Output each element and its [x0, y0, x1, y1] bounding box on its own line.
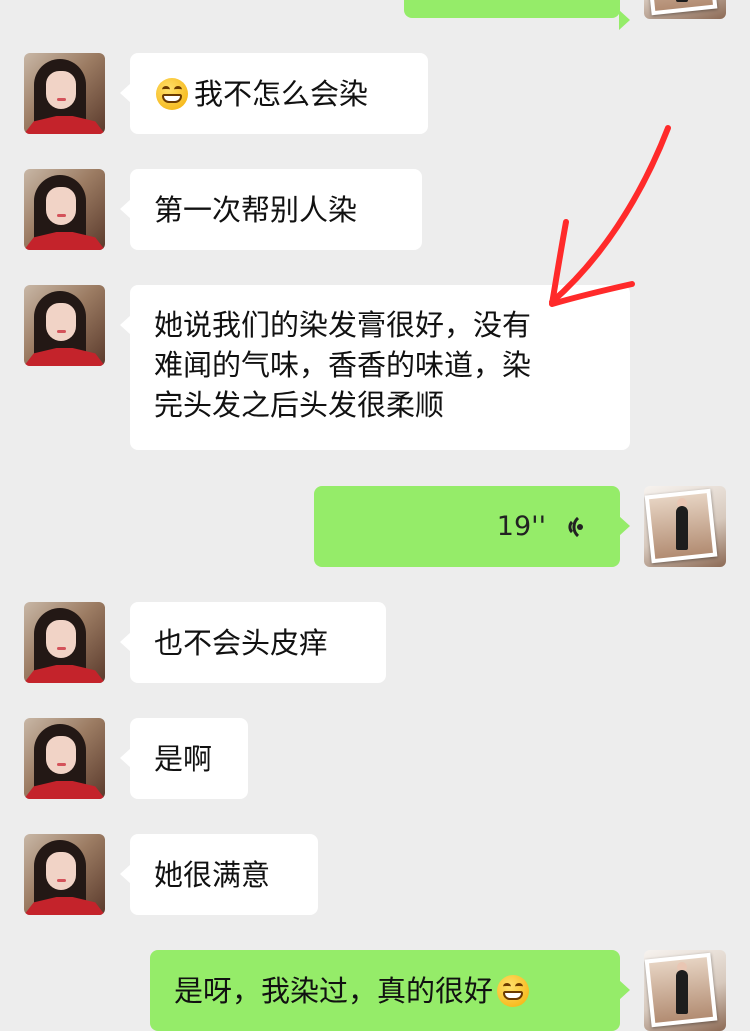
message-bubble-outgoing[interactable] [404, 0, 630, 30]
message-text: 第一次帮别人染 [154, 192, 358, 227]
message-bubble-incoming[interactable]: 也不会头皮痒 [120, 602, 386, 683]
contact-avatar[interactable] [24, 834, 105, 915]
contact-avatar[interactable] [24, 602, 105, 683]
grin-emoji-icon [497, 974, 530, 1007]
message-bubble-outgoing[interactable]: 是呀，我染过，真的很好 [150, 950, 630, 1031]
message-bubble-incoming[interactable]: 她说我们的染发膏很好，没有 难闻的气味，香香的味道，染 完头发之后头发很柔顺 [120, 285, 630, 450]
my-avatar[interactable] [644, 0, 726, 19]
message-text: 她说我们的染发膏很好，没有 难闻的气味，香香的味道，染 完头发之后头发很柔顺 [154, 305, 531, 425]
voice-wave-icon [560, 512, 586, 542]
message-text: 我不怎么会染 [194, 76, 369, 111]
message-text: 她很满意 [154, 857, 271, 892]
my-avatar[interactable] [644, 950, 726, 1031]
message-text: 是啊 [154, 741, 213, 776]
contact-avatar[interactable] [24, 718, 105, 799]
message-line: 她说我们的染发膏很好，没有 [154, 308, 532, 342]
message-bubble-incoming[interactable]: 第一次帮别人染 [120, 169, 422, 250]
contact-avatar[interactable] [24, 53, 105, 134]
contact-avatar[interactable] [24, 169, 105, 250]
voice-message-bubble[interactable]: 19'' [314, 486, 630, 567]
message-line: 难闻的气味，香香的味道，染 [154, 348, 532, 382]
grin-emoji-icon [156, 77, 188, 110]
my-avatar[interactable] [644, 486, 726, 567]
message-text: 是呀，我染过，真的很好 [174, 973, 494, 1008]
contact-avatar[interactable] [24, 285, 105, 366]
voice-duration: 19'' [496, 510, 546, 542]
message-bubble-incoming[interactable]: 她很满意 [120, 834, 318, 915]
message-bubble-incoming[interactable]: 是啊 [120, 718, 248, 799]
message-line: 完头发之后头发很柔顺 [154, 388, 445, 422]
message-text: 也不会头皮痒 [154, 625, 329, 660]
message-bubble-incoming[interactable]: 我不怎么会染 [120, 53, 428, 134]
